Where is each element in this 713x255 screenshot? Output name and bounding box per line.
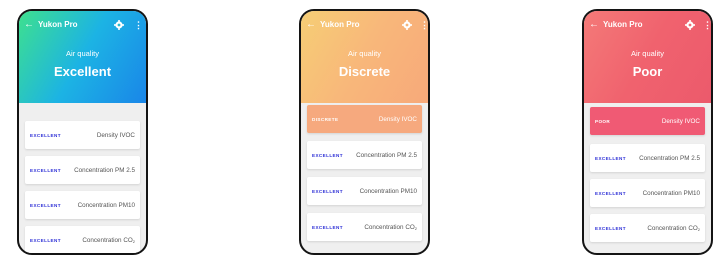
settings-gear-icon[interactable] <box>685 20 695 30</box>
measurement-name: Density IVOC <box>97 132 135 139</box>
phone-screen-discrete: ← Yukon Pro ⋮ Air quality Discrete DISCR… <box>299 9 430 255</box>
settings-gear-icon[interactable] <box>114 20 124 30</box>
subscript: 2 <box>414 225 417 231</box>
level-label: EXCELLENT <box>595 155 626 161</box>
subscript: 2 <box>132 238 135 244</box>
list-item[interactable]: EXCELLENT Concentration PM10 <box>25 191 140 219</box>
top-app-bar: ← Yukon Pro ⋮ <box>301 18 428 32</box>
air-quality-label: Air quality <box>348 49 381 58</box>
list-item[interactable]: EXCELLENT Concentration PM10 <box>307 177 422 205</box>
top-app-bar: ← Yukon Pro ⋮ <box>584 18 711 32</box>
list-item-highlighted[interactable]: DISCRETE Density IVOC <box>307 105 422 133</box>
measurement-name-text: Concentration CO <box>82 236 133 244</box>
list-item-highlighted[interactable]: POOR Density IVOC <box>590 107 705 135</box>
level-label: EXCELLENT <box>30 132 61 138</box>
level-label: EXCELLENT <box>30 237 61 243</box>
measurement-name: Concentration PM10 <box>77 201 135 209</box>
measurement-name: Density IVOC <box>661 117 700 125</box>
subscript: 2 <box>697 226 700 232</box>
level-label: DISCRETE <box>312 116 339 122</box>
app-title: Yukon Pro <box>38 20 78 29</box>
measurement-name: Concentration PM10 <box>642 189 700 197</box>
list-item[interactable]: EXCELLENT Concentration PM 2.5 <box>307 141 422 169</box>
app-title: Yukon Pro <box>603 20 643 29</box>
list-item[interactable]: EXCELLENT Concentration PM 2.5 <box>590 144 705 172</box>
measurement-name: Concentration CO2 <box>364 224 417 231</box>
level-label: POOR <box>595 118 611 124</box>
measurement-name: Concentration PM 2.5 <box>74 166 135 174</box>
level-label: EXCELLENT <box>312 224 343 230</box>
list-item[interactable]: EXCELLENT Concentration CO2 <box>307 213 422 241</box>
more-vertical-icon[interactable]: ⋮ <box>703 18 711 32</box>
header: ← Yukon Pro ⋮ Air quality Excellent <box>19 11 146 103</box>
phone-screen-excellent: ← Yukon Pro ⋮ Air quality Excellent EXCE… <box>17 9 148 255</box>
level-label: EXCELLENT <box>312 188 343 194</box>
phone-screen-poor: ← Yukon Pro ⋮ Air quality Poor POOR Dens… <box>582 9 713 255</box>
measurement-name: Concentration CO2 <box>82 237 135 244</box>
back-arrow-icon[interactable]: ← <box>306 18 316 32</box>
list-item[interactable]: EXCELLENT Concentration CO2 <box>25 226 140 253</box>
settings-gear-icon[interactable] <box>402 20 412 30</box>
level-label: EXCELLENT <box>595 190 626 196</box>
list-item[interactable]: EXCELLENT Concentration CO2 <box>590 214 705 242</box>
level-label: EXCELLENT <box>30 202 61 208</box>
measurement-name: Concentration PM10 <box>359 187 417 195</box>
air-quality-status: Poor <box>632 64 663 79</box>
air-quality-status: Excellent <box>53 64 112 79</box>
level-label: EXCELLENT <box>30 167 61 173</box>
app-title: Yukon Pro <box>320 20 360 29</box>
measurement-name: Concentration CO2 <box>647 225 700 232</box>
header: ← Yukon Pro ⋮ Air quality Poor <box>584 11 711 103</box>
back-arrow-icon[interactable]: ← <box>24 18 34 32</box>
header: ← Yukon Pro ⋮ Air quality Discrete <box>301 11 428 103</box>
measurement-name: Concentration PM 2.5 <box>356 151 417 159</box>
air-quality-label: Air quality <box>66 49 99 58</box>
back-arrow-icon[interactable]: ← <box>589 18 599 32</box>
air-quality-label: Air quality <box>631 49 664 58</box>
list-item[interactable]: EXCELLENT Concentration PM10 <box>590 179 705 207</box>
list-item[interactable]: EXCELLENT Concentration PM 2.5 <box>25 156 140 184</box>
list-item[interactable]: EXCELLENT Density IVOC <box>25 121 140 149</box>
measurement-name: Concentration PM 2.5 <box>639 154 700 162</box>
top-app-bar: ← Yukon Pro ⋮ <box>19 18 146 32</box>
more-vertical-icon[interactable]: ⋮ <box>134 18 143 32</box>
level-label: EXCELLENT <box>312 152 343 158</box>
level-label: EXCELLENT <box>595 225 626 231</box>
measurement-name-text: Concentration CO <box>647 224 698 232</box>
air-quality-status: Discrete <box>338 64 391 79</box>
measurement-name-text: Concentration CO <box>364 223 415 231</box>
measurement-name-text: Density IVOC <box>96 131 135 139</box>
measurement-name: Density IVOC <box>378 115 417 123</box>
more-vertical-icon[interactable]: ⋮ <box>420 18 428 32</box>
